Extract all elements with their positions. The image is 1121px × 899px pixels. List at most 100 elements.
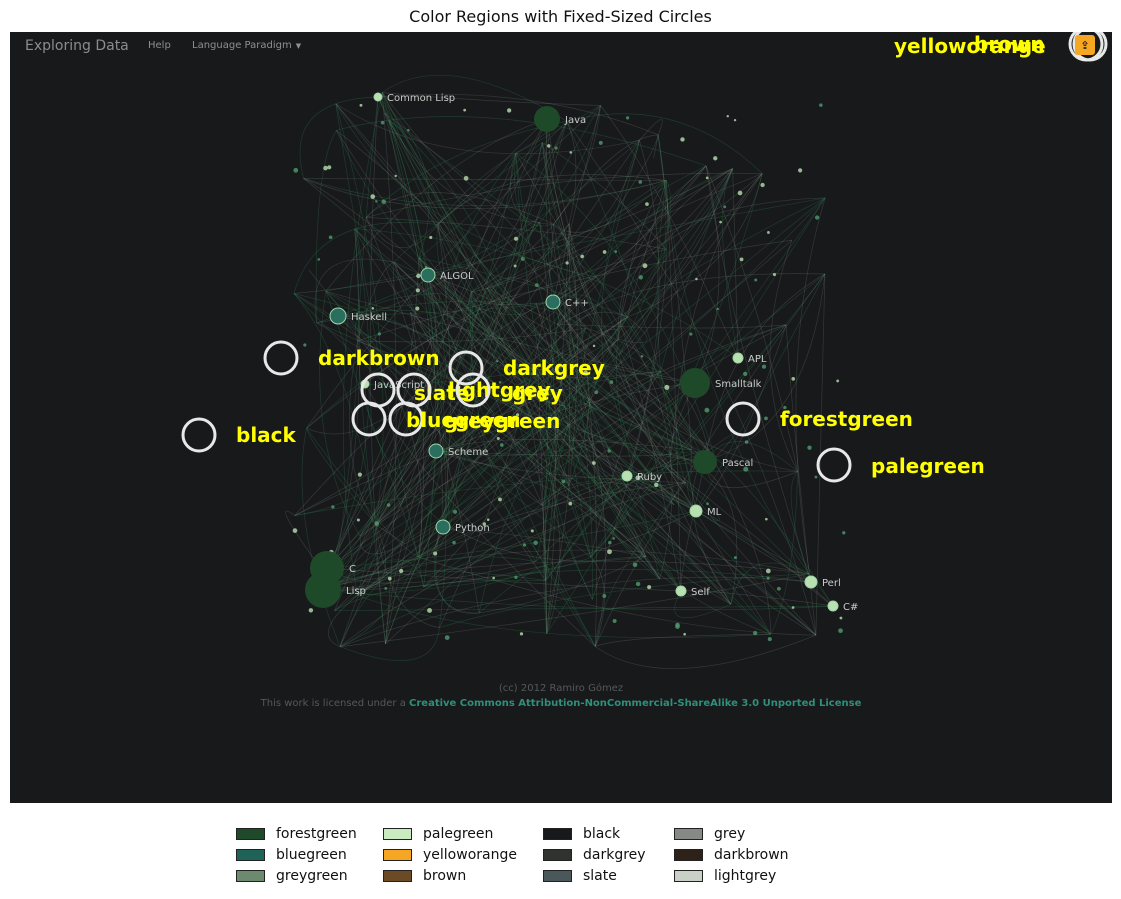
node-dot[interactable] <box>435 519 451 535</box>
graph-minor-node <box>375 200 378 203</box>
graph-minor-node <box>495 360 499 363</box>
legend-item: darkgrey <box>543 846 646 864</box>
graph-node[interactable]: Perl <box>804 575 841 589</box>
graph-minor-node <box>704 407 710 413</box>
graph-minor-node <box>839 616 843 620</box>
graph-minor-node <box>565 261 569 265</box>
graph-minor-node <box>842 531 846 535</box>
region-label: forestgreen <box>780 407 913 431</box>
graph-minor-node <box>381 199 387 204</box>
graph-node[interactable]: Python <box>435 519 490 535</box>
legend-item: lightgrey <box>674 867 776 885</box>
graph-node[interactable]: C# <box>827 600 858 613</box>
graph-minor-node <box>705 176 709 180</box>
graph-edge <box>334 605 834 612</box>
graph-minor-node <box>331 505 335 509</box>
share-button[interactable]: ⇪ <box>1075 35 1095 55</box>
graph-minor-node <box>814 215 820 220</box>
node-dot[interactable] <box>534 106 560 132</box>
graph-edge <box>357 405 565 596</box>
graph-minor-node <box>323 165 328 171</box>
graph-minor-node <box>561 479 566 484</box>
graph-minor-node <box>612 537 615 540</box>
legend-item: yelloworange <box>383 846 517 864</box>
graph-minor-node <box>607 449 611 453</box>
graph-minor-node <box>380 120 385 125</box>
node-dot[interactable] <box>428 443 444 459</box>
graph-minor-node <box>452 509 458 514</box>
node-dot[interactable] <box>680 368 710 398</box>
graph-minor-node <box>317 258 321 261</box>
graph-minor-node <box>498 497 502 502</box>
legend-label: palegreen <box>423 826 494 842</box>
node-dot[interactable] <box>689 504 703 518</box>
region-label: grey <box>512 381 563 405</box>
graph-edge <box>595 633 771 647</box>
graph-minor-node <box>522 543 527 547</box>
graph-minor-node <box>744 440 749 444</box>
node-dot[interactable] <box>305 572 341 608</box>
legend-swatch <box>674 828 703 840</box>
legend-item: black <box>543 825 620 843</box>
graph-node[interactable]: Ruby <box>621 470 662 483</box>
node-dot[interactable] <box>732 352 744 364</box>
graph-minor-node <box>761 364 767 369</box>
graph-node[interactable]: Self <box>675 585 710 598</box>
graph-minor-node <box>689 332 693 336</box>
graph-minor-node <box>625 116 630 120</box>
node-label: Lisp <box>346 586 366 597</box>
legend-item: bluegreen <box>236 846 347 864</box>
legend-item: darkbrown <box>674 846 789 864</box>
node-dot[interactable] <box>621 470 633 482</box>
node-label: Self <box>691 587 710 598</box>
graph-edge <box>670 173 763 455</box>
graph-minor-node <box>791 377 796 381</box>
graph-minor-node <box>607 549 612 555</box>
legend-label: bluegreen <box>276 847 347 863</box>
graph-minor-node <box>514 575 518 579</box>
node-label: Scheme <box>448 447 488 458</box>
graph-minor-node <box>592 344 596 348</box>
figure-title: Color Regions with Fixed-Sized Circles <box>409 7 712 26</box>
legend: forestgreen bluegreen greygreen palegreen ye… <box>236 826 936 892</box>
legend-label: lightgrey <box>714 868 777 884</box>
node-dot[interactable] <box>545 294 561 310</box>
graph-minor-node <box>726 114 730 118</box>
graph-minor-node <box>598 140 603 145</box>
node-dot[interactable] <box>675 585 687 597</box>
legend-swatch <box>236 870 265 882</box>
node-dot[interactable] <box>804 575 818 589</box>
graph-node[interactable]: APL <box>732 352 767 365</box>
node-label: C <box>349 564 356 575</box>
graph-node[interactable]: C++ <box>545 294 589 310</box>
legend-swatch <box>236 849 265 861</box>
node-dot[interactable] <box>373 92 383 102</box>
graph-minor-node <box>415 288 420 293</box>
graph-minor-node <box>444 635 450 640</box>
region-marker <box>725 401 761 437</box>
graph-minor-node <box>602 250 607 254</box>
region-label: greygreen <box>444 409 560 433</box>
license-prefix: This work is licensed under a <box>260 698 406 709</box>
region-label: brown <box>974 32 1045 56</box>
license-link[interactable]: Creative Commons Attribution-NonCommerci… <box>409 698 861 709</box>
graph-minor-node <box>580 254 585 259</box>
graph-minor-node <box>492 576 496 580</box>
graph-edge <box>546 475 628 634</box>
node-dot[interactable] <box>693 450 717 474</box>
graph-node[interactable]: Common Lisp <box>373 92 455 104</box>
graph-minor-node <box>530 529 534 533</box>
node-dot[interactable] <box>329 307 347 325</box>
node-dot[interactable] <box>827 600 839 612</box>
graph-minor-node <box>534 283 539 287</box>
graph-node[interactable]: Scheme <box>428 443 488 459</box>
graph-edge <box>439 573 810 628</box>
graph-edge <box>303 178 667 181</box>
graph-minor-node <box>592 461 596 465</box>
graph-minor-node <box>807 445 812 450</box>
node-label: ML <box>707 507 722 518</box>
graph-minor-node <box>754 278 758 282</box>
node-dot[interactable] <box>420 267 436 283</box>
graph-node[interactable]: ALGOL <box>420 267 474 283</box>
graph-minor-node <box>568 501 573 506</box>
